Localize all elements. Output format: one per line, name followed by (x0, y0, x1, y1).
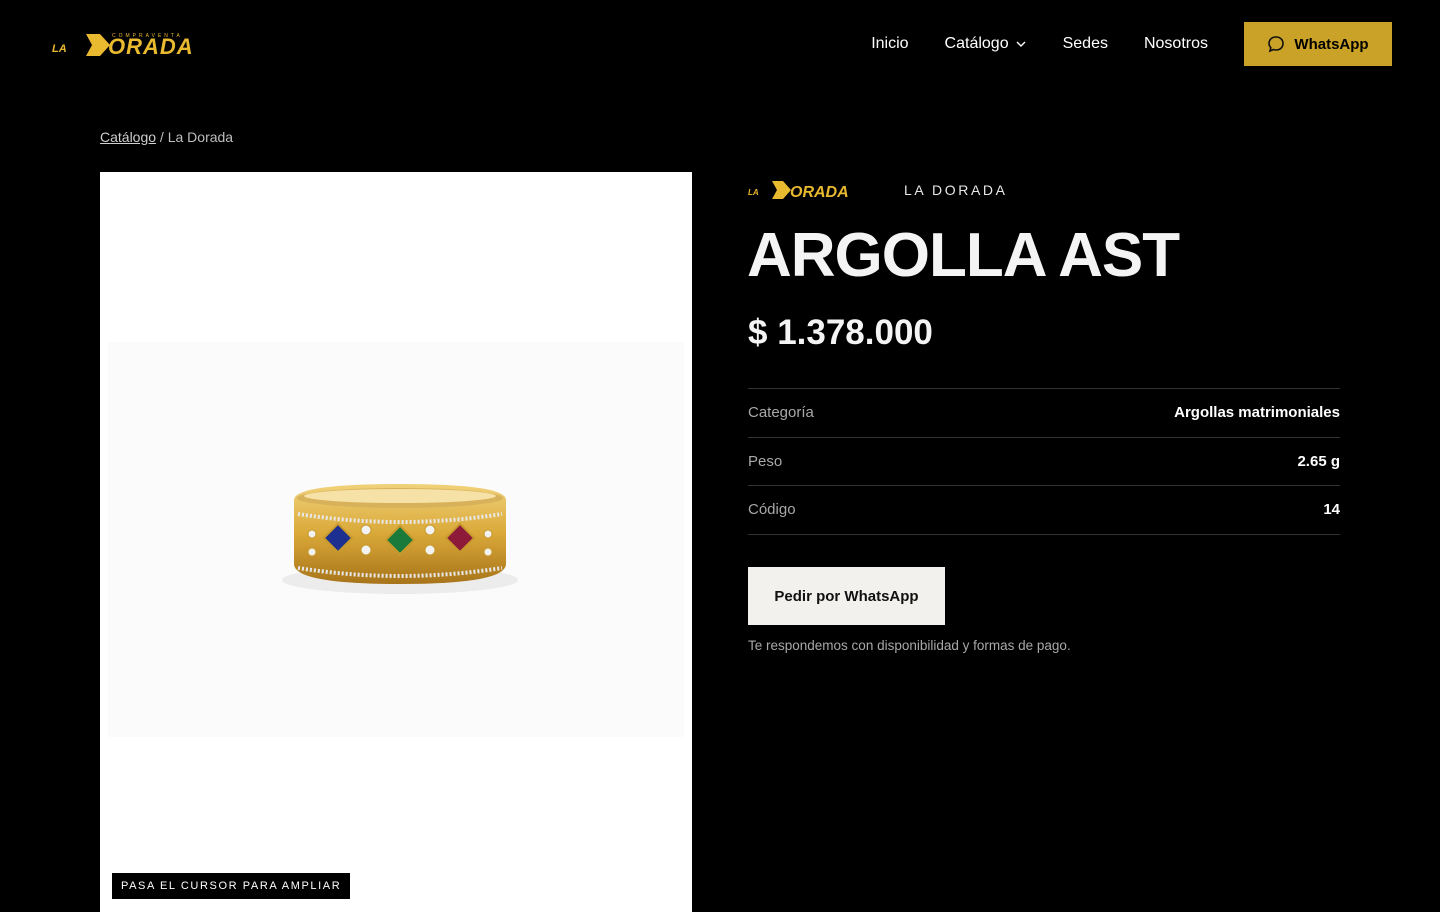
la-dorada-logo[interactable]: LA ORADA COMPRAVENTA (52, 30, 236, 60)
spec-table: Categoría Argollas matrimoniales Peso 2.… (748, 388, 1340, 535)
spec-row-peso: Peso 2.65 g (748, 438, 1340, 487)
product-price: $ 1.378.000 (748, 313, 933, 352)
brand-name: LA DORADA (904, 182, 1008, 198)
breadcrumb: Catálogo / La Dorada (100, 129, 233, 145)
chat-bubble-icon (1268, 36, 1285, 53)
nav-nosotros-label: Nosotros (1143, 35, 1208, 52)
svg-text:LA: LA (748, 188, 759, 197)
nav-sedes-label: Sedes (1062, 35, 1108, 52)
spec-label: Categoría (748, 404, 814, 422)
la-dorada-mini-logo: LA ORADA (748, 181, 849, 201)
product-title: ARGOLLA AST (747, 221, 1180, 290)
chevron-down-icon (1016, 41, 1026, 47)
spec-row-codigo: Código 14 (748, 486, 1340, 535)
nav-catalogo-label: Catálogo (944, 35, 1009, 52)
spec-value: 2.65 g (1297, 452, 1340, 470)
spec-label: Peso (748, 452, 783, 470)
order-note: Te respondemos con disponibilidad y form… (748, 638, 1071, 653)
nav-sedes[interactable]: Sedes (1063, 35, 1108, 53)
nav-inicio-label: Inicio (871, 35, 909, 52)
spec-value: Argollas matrimoniales (1174, 404, 1340, 422)
whatsapp-button-label: WhatsApp (1294, 35, 1369, 53)
zoom-hint: PASA EL CURSOR PARA AMPLIAR (112, 873, 351, 899)
spec-label: Código (748, 501, 796, 519)
svg-text:COMPRAVENTA: COMPRAVENTA (112, 33, 183, 39)
product-brand: LA ORADA LA DORADA (748, 178, 1008, 202)
svg-text:LA: LA (52, 43, 67, 55)
spec-row-categoria: Categoría Argollas matrimoniales (748, 389, 1340, 438)
ring-photo (282, 484, 518, 594)
spec-value: 14 (1323, 501, 1340, 519)
nav-nosotros[interactable]: Nosotros (1144, 35, 1208, 53)
nav-catalogo[interactable]: Catálogo (945, 35, 1027, 53)
breadcrumb-current: La Dorada (167, 129, 234, 145)
product-image[interactable]: PASA EL CURSOR PARA AMPLIAR (100, 172, 692, 912)
main-nav: Inicio Catálogo Sedes Nosotros WhatsApp (871, 22, 1392, 66)
order-whatsapp-button[interactable]: Pedir por WhatsApp (748, 567, 945, 625)
svg-text:ORADA: ORADA (790, 184, 849, 201)
breadcrumb-catalogo-link[interactable]: Catálogo (100, 129, 156, 145)
breadcrumb-separator: / (156, 129, 168, 145)
nav-inicio[interactable]: Inicio (871, 35, 908, 53)
whatsapp-button[interactable]: WhatsApp (1244, 22, 1392, 66)
site-header: LA ORADA COMPRAVENTA Inicio Catálogo Sed… (0, 0, 1440, 88)
